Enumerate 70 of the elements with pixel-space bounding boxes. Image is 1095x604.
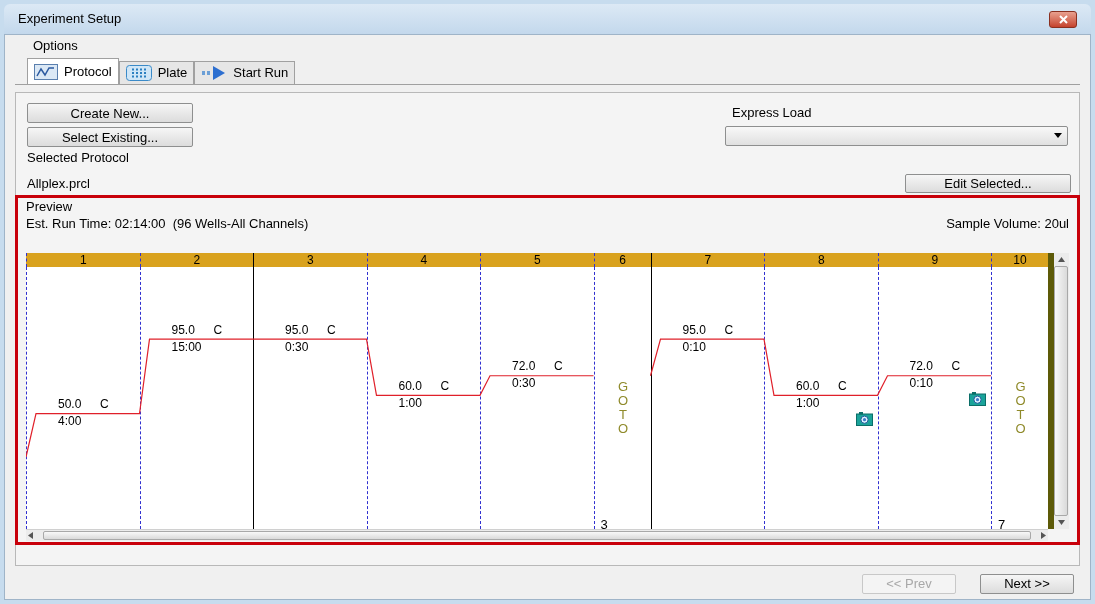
preview-label: Preview (26, 199, 74, 214)
goto-label: GOTO (1014, 379, 1027, 437)
step-number: 7 (704, 253, 712, 266)
step-number: 8 (817, 253, 825, 266)
duration-label: 0:30 (285, 340, 309, 353)
step-number: 2 (193, 253, 201, 266)
window-title: Experiment Setup (18, 10, 122, 29)
temperature-label: 60.0 (398, 379, 422, 392)
goto-target: 3 (600, 517, 608, 531)
step-number: 1 (79, 253, 87, 266)
scroll-thumb[interactable] (1054, 265, 1069, 516)
temperature-label: 95.0 (171, 323, 195, 336)
step-number: 6 (619, 253, 626, 266)
close-button[interactable] (1049, 10, 1077, 28)
unit-label: C (554, 360, 563, 373)
temperature-label: 60.0 (796, 379, 820, 392)
step-number: 5 (533, 253, 541, 266)
dropdown-caret-icon (1054, 133, 1062, 138)
tab[interactable]: Plate (118, 61, 195, 84)
camera-icon (855, 410, 873, 426)
tab-label: Start Run (233, 64, 289, 83)
express-load-label: Express Load (732, 104, 813, 122)
step-number: 10 (1013, 253, 1027, 266)
select-existing-button[interactable]: Select Existing... (27, 127, 193, 147)
temperature-label: 50.0 (58, 398, 82, 411)
duration-label: 0:30 (512, 377, 536, 390)
duration-label: 4:00 (58, 415, 82, 428)
step-number: 3 (306, 253, 314, 266)
duration-label: 1:00 (796, 396, 820, 409)
menu-item[interactable]: Options (33, 36, 78, 56)
run-time-text: Est. Run Time: 02:14:00 (96 Wells-All Channels) (26, 215, 309, 233)
temperature-label: 72.0 (512, 360, 536, 373)
selected-protocol-label: Selected Protocol (27, 149, 130, 167)
wave-chart-icon (34, 63, 58, 80)
sample-volume-text: Sample Volume: 20ul (946, 215, 1069, 233)
temperature-label: 95.0 (682, 323, 706, 336)
edit-selected-button[interactable]: Edit Selected... (905, 173, 1071, 193)
step-number: 4 (420, 253, 428, 266)
express-load-dropdown[interactable] (725, 125, 1068, 146)
tab[interactable]: Protocol (27, 58, 119, 84)
scroll-up-icon (1057, 256, 1065, 262)
create-new-button[interactable]: Create New... (27, 103, 193, 123)
unit-label: C (327, 323, 336, 336)
close-icon (1058, 14, 1068, 24)
unit-label: C (724, 323, 734, 336)
tab-label: Protocol (64, 62, 112, 81)
scroll-left-icon (28, 531, 33, 539)
scroll-right-icon (1041, 531, 1046, 539)
duration-label: 0:10 (682, 340, 706, 353)
goto-target: 7 (998, 517, 1006, 531)
scroll-thumb[interactable] (43, 530, 1031, 540)
tab[interactable]: Start Run (194, 61, 296, 84)
duration-label: 1:00 (398, 396, 422, 409)
tab-label: Plate (157, 64, 188, 83)
duration-label: 0:10 (909, 377, 933, 390)
unit-label: C (440, 379, 450, 392)
protocol-file-name: Allplex.prcl (27, 174, 90, 193)
camera-icon (969, 391, 986, 407)
plate-grid-icon (125, 65, 152, 81)
unit-label: C (838, 379, 847, 392)
duration-label: 15:00 (171, 340, 202, 353)
next-button[interactable]: Next >> (980, 573, 1074, 594)
goto-label: GOTO (616, 379, 630, 437)
temperature-label: 72.0 (909, 360, 933, 373)
scroll-down-icon (1057, 519, 1065, 525)
step-number: 9 (931, 253, 939, 266)
temperature-label: 95.0 (285, 323, 309, 336)
unit-label: C (213, 323, 223, 336)
unit-label: C (100, 398, 109, 411)
unit-label: C (951, 360, 961, 373)
